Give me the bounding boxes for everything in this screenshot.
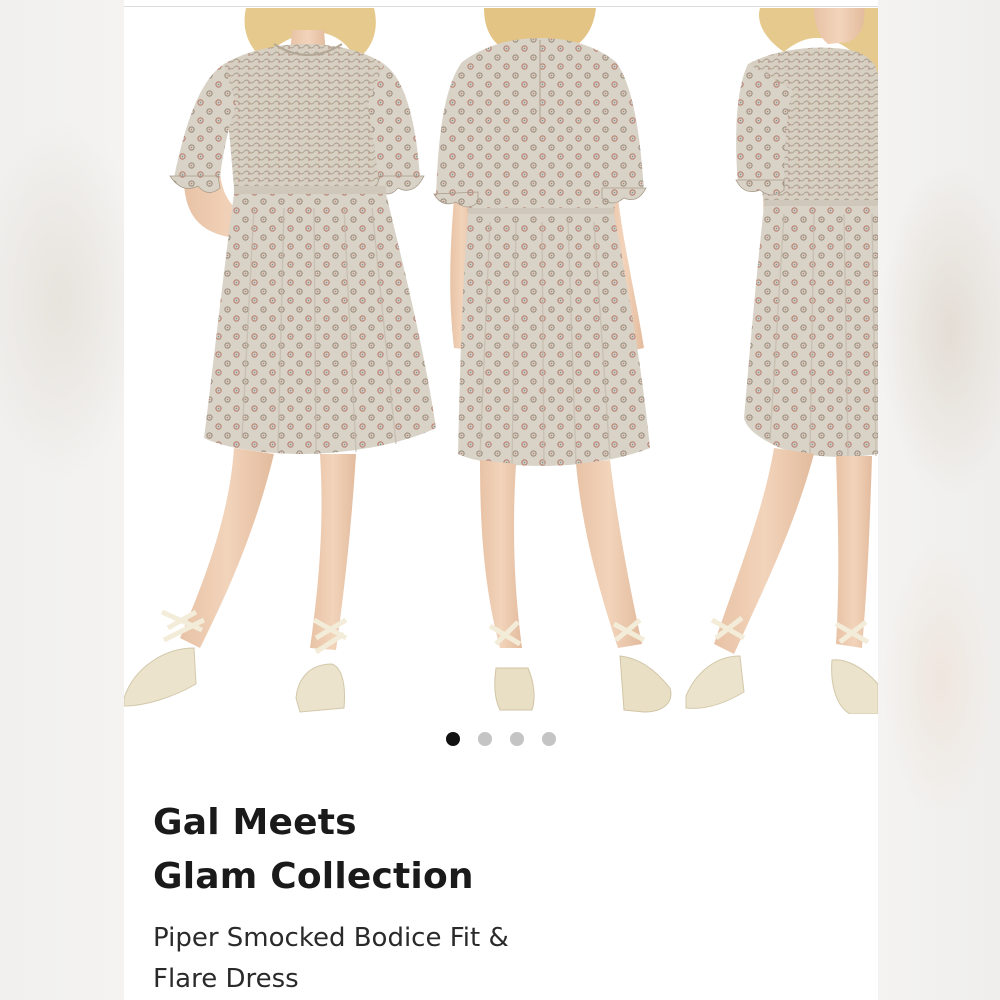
page: Gal Meets Glam Collection Piper Smocked … [0,0,1000,1000]
product-card: Gal Meets Glam Collection Piper Smocked … [124,0,878,1000]
carousel-dot-2[interactable] [478,732,492,746]
card-divider [124,6,878,7]
brand-name-line-2: Glam Collection [153,856,474,897]
carousel-pagination [124,732,878,746]
model-front-view [124,8,436,713]
product-title: Piper Smocked Bodice Fit & Flare Dress [153,918,753,1000]
brand-name[interactable]: Gal Meets Glam Collection [153,796,753,904]
product-title-line-2: Flare Dress [153,964,299,994]
product-image-gallery[interactable] [124,8,878,714]
carousel-dot-4[interactable] [542,732,556,746]
brand-name-line-1: Gal Meets [153,802,357,843]
carousel-dot-1[interactable] [446,732,460,746]
product-photo [124,8,878,714]
model-back-view [433,8,672,713]
carousel-dot-3[interactable] [510,732,524,746]
product-title-line-1: Piper Smocked Bodice Fit & [153,923,509,953]
model-side-view [685,8,878,714]
